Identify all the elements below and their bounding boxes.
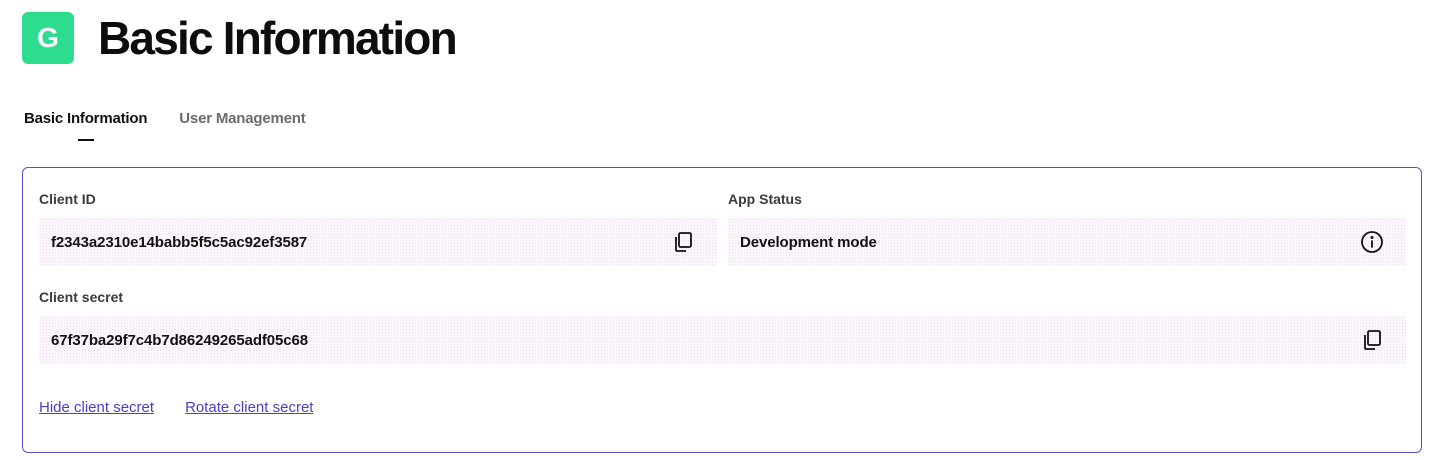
client-secret-label: Client secret [39,289,124,305]
app-status-field: Development mode [728,218,1406,266]
app-logo: G [22,12,74,64]
copy-icon[interactable] [671,230,695,254]
credentials-card: Client ID f2343a2310e14babb5f5c5ac92ef35… [22,167,1422,453]
client-secret-value[interactable]: 67f37ba29f7c4b7d86249265adf05c68 [51,332,308,349]
client-id-field: f2343a2310e14babb5f5c5ac92ef3587 [39,218,717,266]
rotate-client-secret-link[interactable]: Rotate client secret [185,399,313,416]
tab-bar: Basic Information User Management [24,110,338,141]
tab-basic-information[interactable]: Basic Information [24,110,147,141]
info-icon[interactable] [1360,230,1384,254]
app-status-value: Development mode [740,233,877,251]
client-id-value[interactable]: f2343a2310e14babb5f5c5ac92ef3587 [51,234,307,251]
page-header: G Basic Information [22,11,458,65]
page-title: Basic Information [98,12,458,64]
hide-client-secret-link[interactable]: Hide client secret [39,399,154,416]
client-id-label: Client ID [39,191,96,207]
client-secret-field: 67f37ba29f7c4b7d86249265adf05c68 [39,316,1406,364]
app-logo-letter: G [37,22,59,53]
copy-icon[interactable] [1360,328,1384,352]
app-status-label: App Status [728,191,802,207]
tab-user-management[interactable]: User Management [179,110,305,127]
secret-actions: Hide client secret Rotate client secret [39,399,344,416]
